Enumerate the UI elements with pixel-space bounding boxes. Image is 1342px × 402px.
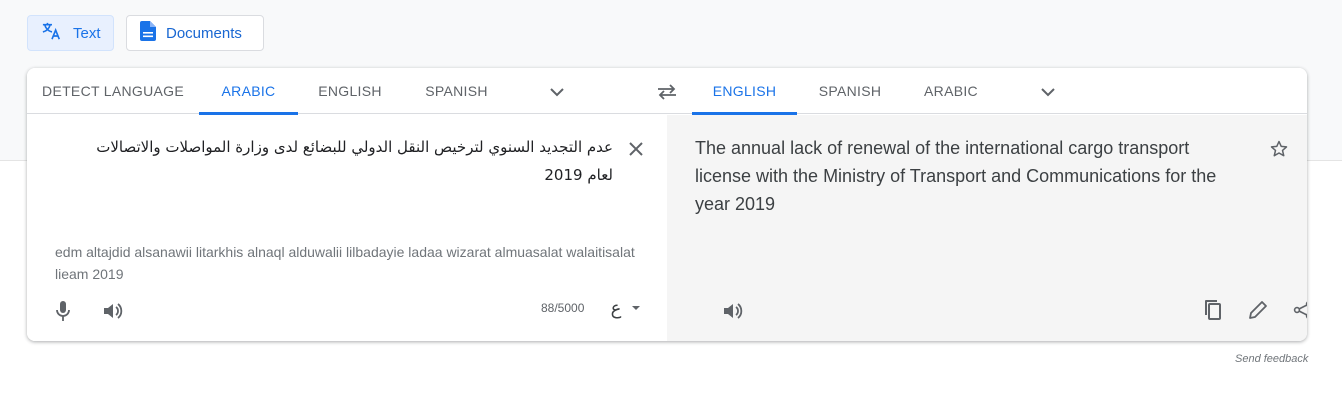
listen-translation-button[interactable] xyxy=(719,297,747,325)
target-more-languages-button[interactable] xyxy=(1032,76,1064,108)
swap-icon xyxy=(658,84,676,100)
copy-icon xyxy=(1205,300,1221,320)
tab-target-english[interactable]: ENGLISH xyxy=(692,68,797,115)
translation-output: The annual lack of renewal of the intern… xyxy=(695,138,1217,214)
document-icon xyxy=(140,21,156,45)
documents-mode-button[interactable]: Documents xyxy=(126,15,264,51)
language-bar: DETECT LANGUAGE ARABIC ENGLISH SPANISH E… xyxy=(27,68,1307,115)
swap-languages-button[interactable] xyxy=(651,76,683,108)
edit-translation-button[interactable] xyxy=(1244,296,1272,324)
tab-target-arabic[interactable]: ARABIC xyxy=(903,68,999,114)
clear-source-button[interactable] xyxy=(624,137,648,161)
documents-mode-label: Documents xyxy=(166,24,242,42)
speaker-icon xyxy=(104,303,123,319)
microphone-icon xyxy=(56,301,70,321)
tab-source-detect-language[interactable]: DETECT LANGUAGE xyxy=(27,68,199,114)
copy-translation-button[interactable] xyxy=(1198,296,1226,324)
close-icon xyxy=(629,142,643,156)
tab-source-spanish[interactable]: SPANISH xyxy=(402,68,511,114)
target-pane: The annual lack of renewal of the intern… xyxy=(667,115,1307,341)
save-translation-button[interactable] xyxy=(1265,135,1293,163)
transliteration-text: edm altajdid alsanawii litarkhis alnaql … xyxy=(55,244,635,282)
tab-source-english[interactable]: ENGLISH xyxy=(298,68,402,114)
input-tool-glyph: ع xyxy=(610,297,622,319)
voice-input-button[interactable] xyxy=(49,297,77,325)
share-translation-button[interactable] xyxy=(1289,296,1307,324)
translate-icon xyxy=(41,21,63,45)
character-count: 88/5000 xyxy=(541,301,585,315)
tab-target-spanish[interactable]: SPANISH xyxy=(797,68,903,114)
source-text-input[interactable]: عدم التجديد السنوي لترخيص النقل الدولي ل… xyxy=(77,133,613,189)
text-mode-label: Text xyxy=(73,24,101,42)
pencil-icon xyxy=(1249,301,1267,319)
caret-down-icon xyxy=(632,306,641,310)
listen-source-button[interactable] xyxy=(99,297,127,325)
text-mode-button[interactable]: Text xyxy=(27,15,114,51)
source-more-languages-button[interactable] xyxy=(541,76,573,108)
speaker-icon xyxy=(724,303,743,319)
chevron-down-icon xyxy=(1041,88,1055,97)
translation-card: DETECT LANGUAGE ARABIC ENGLISH SPANISH E… xyxy=(27,68,1307,341)
input-tools-button[interactable]: ع xyxy=(601,293,651,323)
send-feedback-link[interactable]: Send feedback xyxy=(1235,353,1308,365)
tab-source-arabic[interactable]: ARABIC xyxy=(199,68,298,115)
share-icon xyxy=(1293,301,1307,319)
source-pane: عدم التجديد السنوي لترخيص النقل الدولي ل… xyxy=(27,115,667,341)
star-icon xyxy=(1270,140,1288,157)
chevron-down-icon xyxy=(550,88,564,97)
